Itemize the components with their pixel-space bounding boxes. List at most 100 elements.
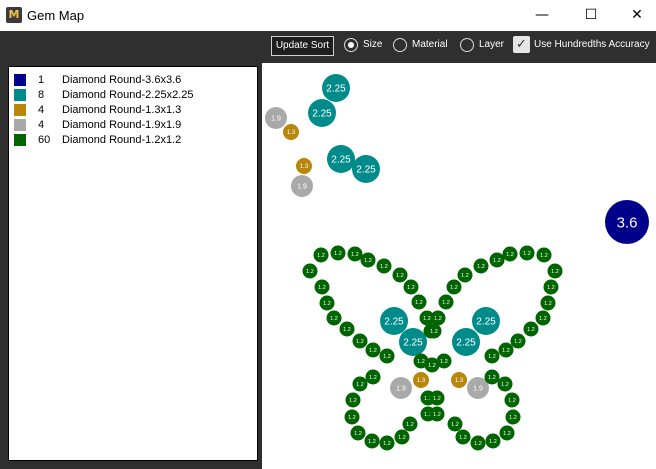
gem-marker[interactable]: 2.25 <box>380 307 408 335</box>
sort-material-radio[interactable] <box>393 38 407 52</box>
gem-marker[interactable]: 1.2 <box>379 435 395 451</box>
legend-count: 1 <box>38 74 45 86</box>
gem-marker[interactable]: 1.3 <box>296 158 312 174</box>
gem-size-label: 1.9 <box>271 115 281 122</box>
gem-marker[interactable]: 1.2 <box>484 348 500 364</box>
gem-marker[interactable]: 1.2 <box>392 267 408 283</box>
gem-marker[interactable]: 1.2 <box>535 310 551 326</box>
gem-marker[interactable]: 1.9 <box>291 175 313 197</box>
gem-size-label: 1.2 <box>323 301 331 307</box>
legend-count: 4 <box>38 119 45 131</box>
gem-size-label: 1.2 <box>502 348 510 354</box>
gem-marker[interactable]: 1.2 <box>497 376 513 392</box>
gem-marker[interactable]: 1.2 <box>352 376 368 392</box>
gem-marker[interactable]: 1.2 <box>519 245 535 261</box>
sort-layer-radio[interactable] <box>460 38 474 52</box>
gem-marker[interactable]: 2.25 <box>352 155 380 183</box>
maximize-button[interactable]: ☐ <box>568 0 614 31</box>
gem-marker[interactable]: 1.3 <box>451 372 467 388</box>
gem-marker[interactable]: 1.2 <box>489 252 505 268</box>
gem-marker[interactable]: 1.2 <box>429 390 445 406</box>
gem-marker[interactable]: 1.2 <box>502 246 518 262</box>
gem-marker[interactable]: 1.2 <box>365 369 381 385</box>
gem-marker[interactable]: 1.3 <box>413 372 429 388</box>
gem-marker[interactable]: 1.2 <box>523 321 539 337</box>
minimize-button[interactable]: — <box>519 0 565 31</box>
gem-marker[interactable]: 1.2 <box>438 294 454 310</box>
gem-marker[interactable]: 1.2 <box>347 246 363 262</box>
gem-marker[interactable]: 1.2 <box>543 279 559 295</box>
gem-marker[interactable]: 1.2 <box>510 333 526 349</box>
legend-name: Diamond Round-3.6x3.6 <box>62 74 182 86</box>
sort-size-radio[interactable] <box>344 38 358 52</box>
gem-marker[interactable]: 1.2 <box>365 342 381 358</box>
gem-marker[interactable]: 1.2 <box>411 294 427 310</box>
gem-marker[interactable]: 2.25 <box>308 99 336 127</box>
gem-marker[interactable]: 1.2 <box>394 429 410 445</box>
gem-map-canvas[interactable]: 3.6 2.25 2.25 2.25 2.25 2.25 2.25 2.25 2.25 1.3 1.… <box>262 63 656 469</box>
gem-size-label: 1.2 <box>544 301 552 307</box>
gem-marker[interactable]: 1.2 <box>455 429 471 445</box>
gem-marker[interactable]: 3.6 <box>605 200 649 244</box>
gem-marker[interactable]: 1.2 <box>424 357 440 373</box>
gem-marker[interactable]: 2.25 <box>327 145 355 173</box>
gem-marker[interactable]: 1.2 <box>540 295 556 311</box>
gem-marker[interactable]: 1.2 <box>350 425 366 441</box>
gem-marker[interactable]: 1.2 <box>302 263 318 279</box>
gem-marker[interactable]: 1.9 <box>390 377 412 399</box>
gem-marker[interactable]: 2.25 <box>322 74 350 102</box>
gem-marker[interactable]: 2.25 <box>399 328 427 356</box>
gem-marker[interactable]: 1.2 <box>447 416 463 432</box>
gem-marker[interactable]: 1.2 <box>364 433 380 449</box>
sort-size-label[interactable]: Size <box>363 39 382 51</box>
gem-marker[interactable]: 1.2 <box>457 267 473 283</box>
gem-marker[interactable]: 1.2 <box>484 369 500 385</box>
gem-size-label: 1.2 <box>423 316 431 322</box>
gem-marker[interactable]: 1.2 <box>330 245 346 261</box>
gem-size-label: 2.25 <box>403 338 423 349</box>
gem-marker[interactable]: 1.2 <box>498 342 514 358</box>
gem-marker[interactable]: 1.2 <box>536 247 552 263</box>
gem-marker[interactable]: 1.2 <box>429 406 445 422</box>
gem-size-label: 1.2 <box>368 439 376 445</box>
gem-marker[interactable]: 1.2 <box>313 247 329 263</box>
update-sort-button[interactable]: Update Sort <box>271 36 334 56</box>
gem-marker[interactable]: 1.2 <box>352 333 368 349</box>
close-button[interactable]: ✕ <box>614 0 656 31</box>
gem-marker[interactable]: 1.2 <box>402 416 418 432</box>
gem-marker[interactable]: 1.2 <box>504 392 520 408</box>
gem-marker[interactable]: 2.25 <box>452 328 480 356</box>
gem-marker[interactable]: 1.2 <box>344 409 360 425</box>
sort-layer-label[interactable]: Layer <box>479 39 504 51</box>
gem-size-label: 1.2 <box>430 329 438 335</box>
gem-marker[interactable]: 1.2 <box>485 433 501 449</box>
hundredths-accuracy-label[interactable]: Use Hundredths Accuracy <box>534 39 650 51</box>
gem-marker[interactable]: 1.2 <box>376 258 392 274</box>
gem-marker[interactable]: 1.2 <box>470 435 486 451</box>
gem-marker[interactable]: 1.2 <box>473 258 489 274</box>
gem-marker[interactable]: 1.2 <box>505 409 521 425</box>
gem-size-label: 1.2 <box>527 327 535 333</box>
gem-size-label: 1.2 <box>488 354 496 360</box>
gem-marker[interactable]: 1.2 <box>339 321 355 337</box>
gem-marker[interactable]: 2.25 <box>472 307 500 335</box>
gem-marker[interactable]: 1.2 <box>446 279 462 295</box>
gem-marker[interactable]: 1.2 <box>430 310 446 326</box>
gem-marker[interactable]: 1.2 <box>360 252 376 268</box>
gem-marker[interactable]: 1.2 <box>403 279 419 295</box>
gem-marker[interactable]: 1.2 <box>426 323 442 339</box>
gem-marker[interactable]: 1.2 <box>319 295 335 311</box>
legend-name: Diamond Round-1.3x1.3 <box>62 104 182 116</box>
gem-size-label: 1.2 <box>354 431 362 437</box>
gem-marker[interactable]: 1.2 <box>345 392 361 408</box>
gem-marker[interactable]: 1.9 <box>265 107 287 129</box>
gem-marker[interactable]: 1.2 <box>499 425 515 441</box>
gem-marker[interactable]: 1.2 <box>547 263 563 279</box>
gem-marker[interactable]: 1.3 <box>283 124 299 140</box>
app-icon-glyph: M <box>8 8 20 21</box>
gem-marker[interactable]: 1.2 <box>314 279 330 295</box>
hundredths-accuracy-checkbox[interactable]: ✓ <box>513 36 530 53</box>
gem-marker[interactable]: 1.2 <box>326 310 342 326</box>
sort-material-label[interactable]: Material <box>412 39 448 51</box>
gem-marker[interactable]: 1.2 <box>379 348 395 364</box>
